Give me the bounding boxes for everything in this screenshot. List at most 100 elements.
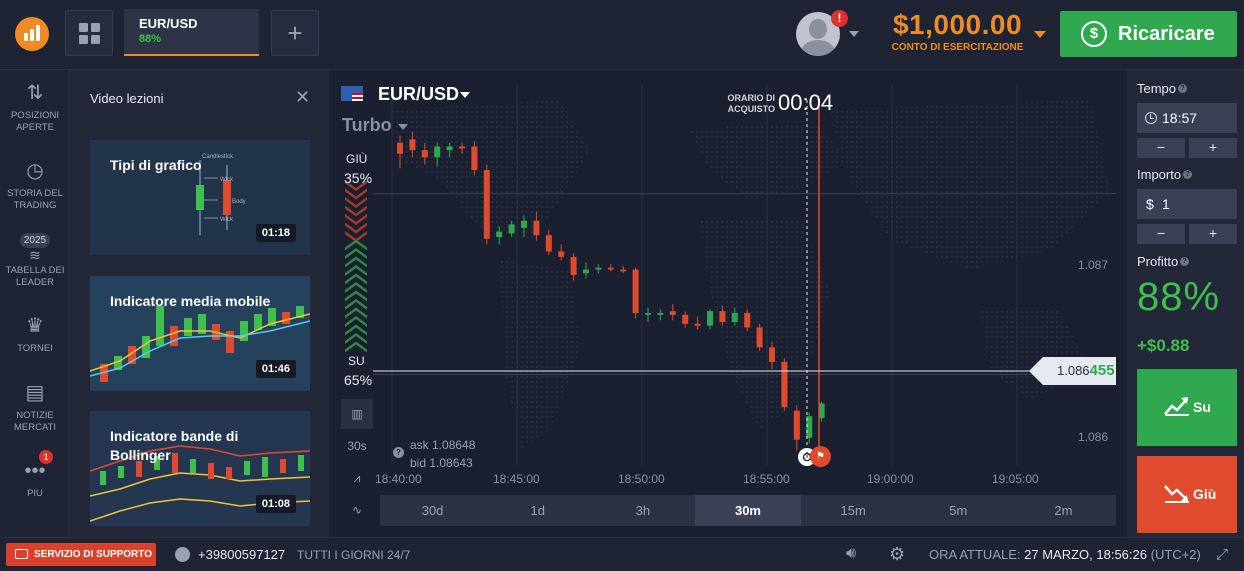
video-card[interactable]: Indicatore bande di Bollinger 01:08 xyxy=(90,411,310,526)
sidebar-item-more[interactable]: ••• 1 PIU xyxy=(0,450,70,500)
asset-grid-button[interactable] xyxy=(65,10,113,56)
sound-icon[interactable]: 🔊︎ xyxy=(846,545,856,563)
timeframe-3h[interactable]: 3h xyxy=(590,495,695,526)
candle-body xyxy=(521,220,527,228)
price-prefix: 1.086 xyxy=(1057,363,1090,378)
amount-input[interactable]: $ 1 xyxy=(1137,189,1237,219)
sidebar-item-tournaments[interactable]: ♛ TORNEI xyxy=(0,313,70,355)
timezone: (UTC+2) xyxy=(1150,547,1201,562)
balance-display[interactable]: $1,000.00 CONTO DI ESERCITAZIONE xyxy=(880,9,1035,53)
expiry-time-input[interactable]: 18:57 xyxy=(1137,103,1237,133)
help-icon[interactable]: ? xyxy=(1178,84,1188,93)
candle-body xyxy=(731,313,738,323)
y-axis-label: 1.087 xyxy=(1078,258,1109,272)
chart-type-icon[interactable]: ▥ xyxy=(341,399,373,429)
candle-body xyxy=(694,323,701,326)
candle-body xyxy=(632,269,639,313)
video-duration: 01:46 xyxy=(255,360,296,378)
sidebar-item-open-positions[interactable]: ⇅ POSIZIONI APERTE xyxy=(0,80,70,134)
ask-bid-info: ? ask 1.08648 bid 1.08643 xyxy=(393,436,476,472)
sidebar-item-trading-history[interactable]: ◷ STORIA DEL TRADING xyxy=(0,158,70,212)
leaderboard-icon: ≋ xyxy=(29,247,41,263)
help-icon[interactable]: ? xyxy=(1183,170,1193,179)
indicators-icon[interactable]: ⩘ xyxy=(341,463,373,493)
timeframe-5m[interactable]: 5m xyxy=(906,495,1011,526)
chevron-down-icon xyxy=(460,92,470,98)
sidebar-item-label: POSIZIONI APERTE xyxy=(10,110,60,133)
option-type-selector[interactable]: Turbo xyxy=(342,115,392,136)
time-minus-button[interactable]: − xyxy=(1137,138,1185,158)
candle-body xyxy=(620,269,627,272)
arrows-updown-icon: ⇅ xyxy=(26,82,44,104)
asset-tab-profit: 88% xyxy=(139,33,162,45)
time-plus-button[interactable]: + xyxy=(1189,138,1237,158)
left-sidebar: ⇅ POSIZIONI APERTE ◷ STORIA DEL TRADING … xyxy=(0,70,70,537)
candle-body xyxy=(793,410,800,440)
x-axis-label: 18:55:00 xyxy=(743,472,790,486)
profit-label-text: Profitto xyxy=(1137,254,1179,269)
drawing-icon[interactable]: ∿ xyxy=(341,495,373,525)
logo-icon[interactable] xyxy=(15,17,49,51)
trophy-icon: ♛ xyxy=(26,315,44,337)
candle-body xyxy=(545,235,552,252)
amount-plus-button[interactable]: + xyxy=(1189,224,1237,244)
candle-body xyxy=(657,313,664,315)
sidebar-item-label: PIU xyxy=(27,488,43,499)
recharge-button[interactable]: $ Ricaricare xyxy=(1060,11,1237,57)
more-badge: 1 xyxy=(39,450,53,464)
sidebar-item-leaderboard[interactable]: 2025 ≋ TABELLA DEI LEADER xyxy=(0,230,70,289)
chevron-down-icon[interactable] xyxy=(849,31,859,37)
trend-up-icon xyxy=(1164,397,1189,416)
help-icon[interactable]: ? xyxy=(1180,257,1190,266)
support-phone[interactable]: +39800597127 xyxy=(198,547,285,562)
asset-tab-eurusd[interactable]: EUR/USD 88% xyxy=(124,9,259,56)
amount-minus-button[interactable]: − xyxy=(1137,224,1185,244)
up-sentiment-pct: 65% xyxy=(344,372,373,388)
candle-body xyxy=(682,314,689,324)
timeframe-1d[interactable]: 1d xyxy=(485,495,590,526)
chevron-down-icon[interactable] xyxy=(398,124,408,130)
x-axis-label: 18:50:00 xyxy=(618,472,665,486)
timeframe-30m[interactable]: 30m xyxy=(695,495,801,526)
current-time-value: 27 MARZO, 18:56:26 xyxy=(1024,547,1147,562)
candle-body xyxy=(707,311,713,326)
gear-icon[interactable]: ⚙ xyxy=(889,544,905,565)
amount-label-text: Importo xyxy=(1137,167,1182,182)
chart-tools: ▥ 30s ⩘ ∿ xyxy=(341,399,373,527)
candle-period-button[interactable]: 30s xyxy=(341,431,373,461)
current-time-label: ORA ATTUALE: xyxy=(929,547,1021,562)
ask-price: ask 1.08648 xyxy=(410,438,476,452)
support-button[interactable]: SERVIZIO DI SUPPORTO xyxy=(6,543,156,566)
video-card[interactable]: Indicatore media mobile 01:46 xyxy=(90,276,310,391)
help-icon[interactable]: ? xyxy=(393,447,404,458)
fullscreen-icon[interactable]: ⤢ xyxy=(1216,546,1234,564)
expiry-time-value: 18:57 xyxy=(1162,110,1198,126)
sidebar-item-market-news[interactable]: ▤ NOTIZIE MERCATI xyxy=(0,380,70,434)
current-price-tag: 1.086455 xyxy=(1029,357,1116,385)
call-up-button[interactable]: Su xyxy=(1137,369,1237,446)
timeframe-30d[interactable]: 30d xyxy=(380,495,485,526)
candle-body xyxy=(496,231,503,237)
profit-label: Profitto? xyxy=(1137,254,1190,269)
video-card[interactable]: Wick Body Wick Candlestick Tipi di grafi… xyxy=(90,140,310,255)
timeframe-15m[interactable]: 15m xyxy=(801,495,906,526)
video-panel-title: Video lezioni xyxy=(90,91,164,106)
world-map-background xyxy=(390,100,1110,450)
chart-area[interactable]: EUR/USD Turbo ORARIO DI ACQUISTO 00:04 G… xyxy=(330,70,1126,537)
amount-label: Importo? xyxy=(1137,167,1193,182)
candle-body xyxy=(607,267,614,270)
candle-body xyxy=(421,150,428,158)
time-label: Tempo? xyxy=(1137,81,1188,96)
balance-chevron-down-icon[interactable] xyxy=(1034,31,1046,38)
more-icon: ••• xyxy=(24,460,46,482)
timeframe-2m[interactable]: 2m xyxy=(1011,495,1116,526)
add-asset-button[interactable]: + xyxy=(271,10,319,56)
sentiment-up-chevron xyxy=(345,341,367,353)
sidebar-item-label: NOTIZIE MERCATI xyxy=(13,410,57,433)
put-down-button[interactable]: Giù xyxy=(1137,456,1237,533)
candle-body xyxy=(645,313,651,315)
candle-body xyxy=(446,146,453,151)
candle-body xyxy=(533,220,540,236)
x-axis-label: 19:00:00 xyxy=(867,472,914,486)
close-icon[interactable]: ✕ xyxy=(295,87,310,108)
